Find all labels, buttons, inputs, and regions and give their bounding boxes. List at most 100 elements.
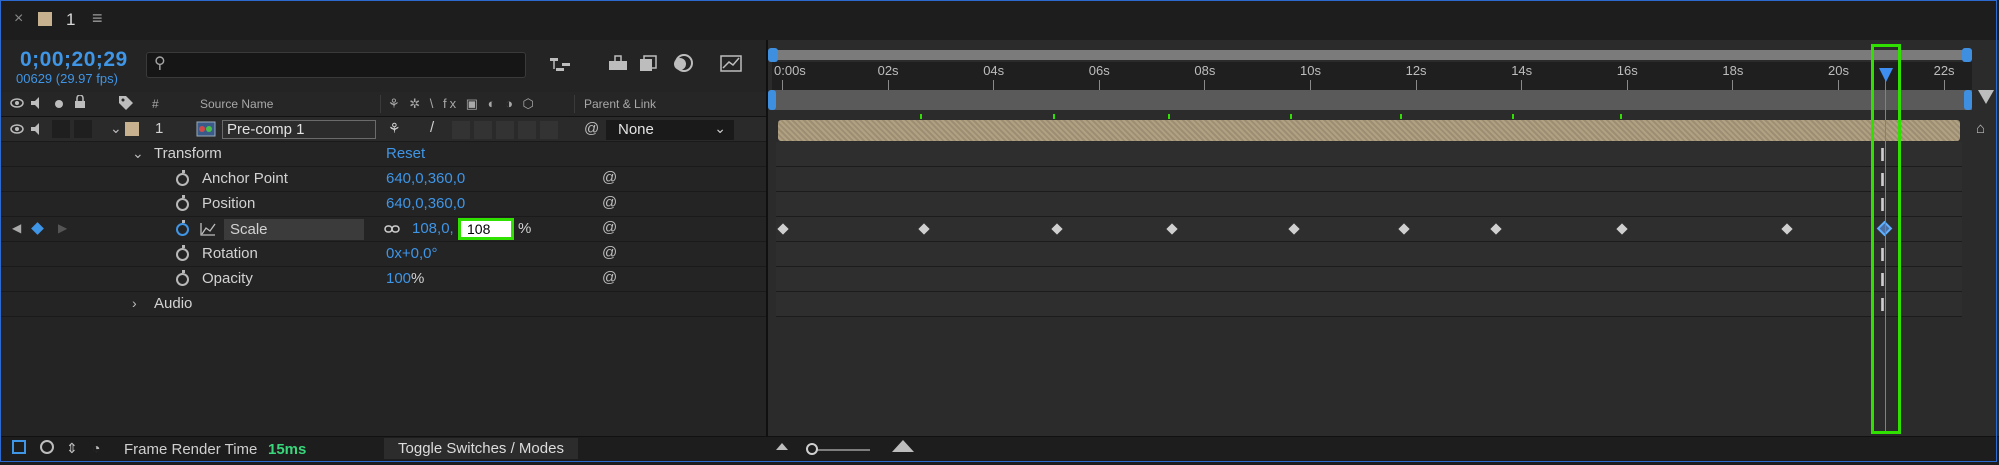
source-name-column[interactable]: Source Name	[200, 97, 273, 111]
rotation-value[interactable]: 0x+0,0°	[386, 245, 437, 262]
stopwatch-active-icon[interactable]	[176, 220, 189, 236]
rotation-degrees[interactable]: +0,0°	[402, 245, 438, 262]
constrain-proportions-icon[interactable]	[384, 223, 400, 235]
expression-pickwhip-icon[interactable]: @	[602, 169, 617, 186]
parent-link-column[interactable]: Parent & Link	[584, 97, 656, 111]
audio-icon[interactable]	[30, 96, 44, 110]
comp-marker-bin-icon[interactable]	[1978, 90, 1994, 104]
precomp-icon	[196, 121, 216, 137]
transform-label: Transform	[154, 145, 222, 162]
chevron-right-icon[interactable]: ›	[132, 295, 137, 311]
chevron-down-icon[interactable]: ⌄	[132, 145, 144, 162]
draft-3d-icon[interactable]	[606, 54, 630, 74]
parent-dropdown[interactable]: None ⌄	[606, 120, 734, 140]
frame-render-label: Frame Render Time	[124, 441, 258, 458]
graph-icon[interactable]	[200, 222, 216, 236]
layer-name-field[interactable]: Pre-comp 1	[222, 120, 376, 139]
work-area-bar[interactable]	[772, 90, 1972, 110]
scale-y-input[interactable]: 108	[458, 218, 514, 240]
layer-switches-icon[interactable]	[12, 440, 26, 454]
scale-property-name[interactable]: Scale	[224, 219, 364, 240]
parent-pickwhip-icon[interactable]: @	[584, 120, 599, 137]
work-area-start-handle[interactable]	[768, 90, 776, 110]
stopwatch-icon[interactable]	[176, 270, 189, 286]
expression-pickwhip-icon[interactable]: @	[602, 244, 617, 261]
property-value[interactable]: 640,0,360,0	[386, 170, 465, 187]
parent-value: None	[618, 121, 654, 138]
expression-pickwhip-icon[interactable]: @	[602, 269, 617, 286]
audio-icon[interactable]	[30, 122, 44, 136]
label-color-swatch[interactable]	[125, 122, 139, 136]
switches-column[interactable]: ⚘ ✲ \ fx ▣ ◐ ◑ ⬡	[388, 96, 537, 112]
render-time-icon[interactable]: ◔	[92, 440, 100, 456]
zoom-slider-track[interactable]	[810, 449, 870, 451]
solo-icon[interactable]	[55, 100, 63, 108]
zoom-slider-knob[interactable]	[806, 443, 818, 455]
opacity-unit: %	[411, 270, 425, 287]
stopwatch-icon[interactable]	[176, 170, 189, 186]
work-area-end-handle[interactable]	[1964, 90, 1972, 110]
column-divider	[380, 95, 381, 113]
expression-pickwhip-icon[interactable]: @	[602, 194, 617, 211]
video-visibility-icon[interactable]	[10, 123, 24, 135]
cache-marker	[1620, 114, 1622, 119]
add-keyframe-icon[interactable]	[31, 222, 44, 235]
property-row-rotation: Rotation 0x+0,0° @	[0, 242, 766, 267]
comp-color-swatch	[38, 12, 52, 26]
layer-marker-icon[interactable]: ⌂	[1976, 120, 1985, 137]
frame-blend-switch[interactable]	[474, 121, 492, 139]
timeline-track	[776, 292, 1962, 317]
zoom-out-icon[interactable]	[776, 443, 788, 450]
motion-blur-switch[interactable]	[496, 121, 514, 139]
stopwatch-icon[interactable]	[176, 245, 189, 261]
3d-layer-switch[interactable]	[540, 121, 558, 139]
column-divider	[574, 95, 575, 113]
time-navigator-start-handle[interactable]	[768, 48, 778, 62]
current-time-display[interactable]: 0;00;20;29	[20, 48, 128, 72]
graph-editor-icon[interactable]	[718, 52, 744, 74]
solo-switch[interactable]	[52, 120, 70, 138]
shy-switch-icon[interactable]: ⚘	[388, 120, 401, 137]
tab-title[interactable]: 1	[66, 10, 75, 30]
previous-keyframe-icon[interactable]: ◀	[12, 221, 21, 235]
adjustment-switch[interactable]	[518, 121, 536, 139]
transform-reset-link[interactable]: Reset	[386, 145, 425, 162]
label-tag-icon[interactable]	[118, 95, 134, 111]
modes-icon[interactable]	[40, 440, 54, 454]
quality-switch-icon[interactable]: /	[430, 119, 434, 136]
rotation-turns[interactable]: 0x	[386, 245, 402, 262]
property-value[interactable]: 640,0,360,0	[386, 195, 465, 212]
toggle-switches-modes-button[interactable]: Toggle Switches / Modes	[384, 438, 578, 459]
frame-blending-icon[interactable]	[636, 54, 660, 74]
next-keyframe-icon[interactable]: ▶	[58, 221, 67, 235]
ruler-tick	[887, 80, 889, 90]
layer-duration-bar[interactable]	[778, 120, 1960, 141]
ruler-tick-label: 06s	[1088, 63, 1110, 78]
stopwatch-icon[interactable]	[176, 195, 189, 211]
video-visibility-icon[interactable]	[10, 97, 24, 109]
effect-switch[interactable]	[452, 121, 470, 139]
scale-x-value[interactable]: 108,0,	[412, 220, 454, 237]
transform-group-row[interactable]: ⌄ Transform Reset	[0, 142, 766, 167]
opacity-number[interactable]: 100	[386, 270, 411, 287]
tab-menu-icon[interactable]: ≡	[92, 8, 103, 29]
timeline-track	[776, 142, 1962, 167]
opacity-value[interactable]: 100%	[386, 270, 424, 287]
lock-switch[interactable]	[74, 120, 92, 138]
expression-pickwhip-icon[interactable]: @	[602, 219, 617, 236]
cache-marker	[1290, 114, 1292, 119]
zoom-in-icon[interactable]	[892, 440, 914, 452]
timeline-track	[776, 192, 1962, 217]
lock-icon[interactable]	[74, 95, 86, 109]
time-navigator-bar[interactable]	[772, 50, 1972, 60]
chevron-down-icon[interactable]: ⌄	[110, 120, 122, 137]
property-row-anchor-point: Anchor Point 640,0,360,0 @	[0, 167, 766, 192]
time-navigator-end-handle[interactable]	[1962, 48, 1972, 62]
motion-blur-icon[interactable]	[670, 52, 696, 74]
composition-flowchart-icon[interactable]	[548, 55, 572, 73]
in-out-icon[interactable]: ⇕	[66, 440, 78, 457]
search-input[interactable]	[146, 52, 526, 78]
close-tab-icon[interactable]: ×	[14, 10, 23, 28]
audio-group-row[interactable]: › Audio	[0, 292, 766, 317]
time-ruler[interactable]	[772, 62, 1972, 90]
